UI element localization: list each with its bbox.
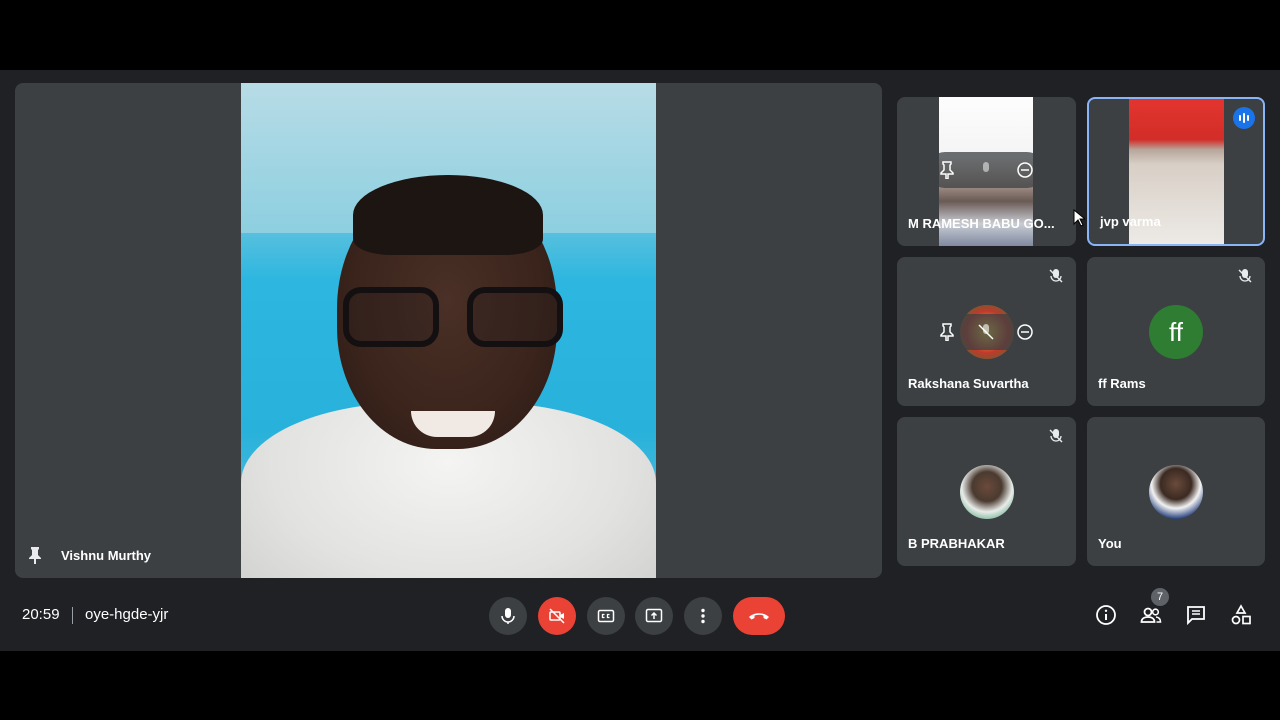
- captions-button[interactable]: [587, 597, 625, 635]
- participant-tile-self[interactable]: You: [1087, 417, 1265, 566]
- captions-icon: [597, 609, 615, 623]
- people-count-badge: 7: [1151, 588, 1169, 606]
- participant-name: You: [1098, 536, 1122, 551]
- chat-icon: [1187, 606, 1205, 626]
- hangup-icon: [749, 613, 769, 620]
- letterbox-top: [0, 0, 1280, 70]
- info-icon: [1096, 605, 1116, 625]
- participant-tile-active[interactable]: jvp varma: [1087, 97, 1265, 246]
- people-icon: [1140, 607, 1162, 623]
- mic-icon: [501, 608, 515, 624]
- leave-call-button[interactable]: [733, 597, 785, 635]
- participant-avatar: [959, 464, 1014, 519]
- mic-off-icon: [1238, 269, 1252, 283]
- mic-off-icon: [1049, 429, 1063, 443]
- participant-tile[interactable]: M RAMESH BABU GO...: [897, 97, 1076, 246]
- activities-icon: [1231, 604, 1251, 625]
- participant-avatar: [1149, 464, 1203, 519]
- bottom-bar: 20:59 oye-hgde-yjr 7: [0, 580, 1280, 651]
- microphone-button[interactable]: [489, 597, 527, 635]
- camera-off-icon: [549, 608, 565, 624]
- participant-tile[interactable]: Rakshana Suvartha: [897, 257, 1076, 406]
- more-options-button[interactable]: [684, 597, 722, 635]
- pin-icon[interactable]: [938, 161, 956, 179]
- tile-hover-controls: [927, 314, 1045, 350]
- remove-icon[interactable]: [1016, 323, 1034, 341]
- presenter-name: Vishnu Murthy: [61, 547, 152, 563]
- participant-name: M RAMESH BABU GO...: [908, 216, 1055, 231]
- chat-button[interactable]: [1184, 603, 1208, 627]
- mic-off-icon[interactable]: [977, 323, 995, 341]
- more-vert-icon: [701, 608, 705, 624]
- participant-tile[interactable]: B PRABHAKAR: [897, 417, 1076, 566]
- participant-name: ff Rams: [1098, 376, 1146, 391]
- meeting-details-button[interactable]: [1094, 603, 1118, 627]
- presenter-video: [241, 83, 656, 578]
- pin-icon[interactable]: [938, 323, 956, 341]
- letterbox-bottom: [0, 651, 1280, 720]
- presenter-label: Vishnu Murthy: [27, 546, 151, 564]
- main-stage-tile[interactable]: Vishnu Murthy: [15, 83, 882, 578]
- participant-name: Rakshana Suvartha: [908, 376, 1029, 391]
- mouse-cursor-icon: [1073, 209, 1085, 227]
- present-screen-icon: [645, 608, 663, 623]
- present-now-button[interactable]: [635, 597, 673, 635]
- meeting-time: 20:59: [22, 606, 60, 623]
- participant-avatar-initials: ff: [1149, 304, 1203, 359]
- participant-name: jvp varma: [1100, 214, 1161, 229]
- participant-tile[interactable]: ff ff Rams: [1087, 257, 1265, 406]
- mic-off-icon: [1049, 269, 1063, 283]
- activities-button[interactable]: [1229, 603, 1253, 627]
- remove-icon[interactable]: [1016, 161, 1034, 179]
- mic-icon[interactable]: [977, 161, 995, 179]
- pin-icon[interactable]: [27, 546, 43, 564]
- camera-button[interactable]: [538, 597, 576, 635]
- meet-window: Vishnu Murthy M RAMESH BABU GO... jvp va…: [0, 70, 1280, 651]
- divider: [72, 607, 73, 624]
- participant-name: B PRABHAKAR: [908, 536, 1005, 551]
- people-button[interactable]: [1139, 603, 1163, 627]
- speaking-indicator-icon: [1233, 107, 1255, 129]
- meeting-code: oye-hgde-yjr: [85, 606, 169, 623]
- tile-hover-controls: [927, 152, 1045, 188]
